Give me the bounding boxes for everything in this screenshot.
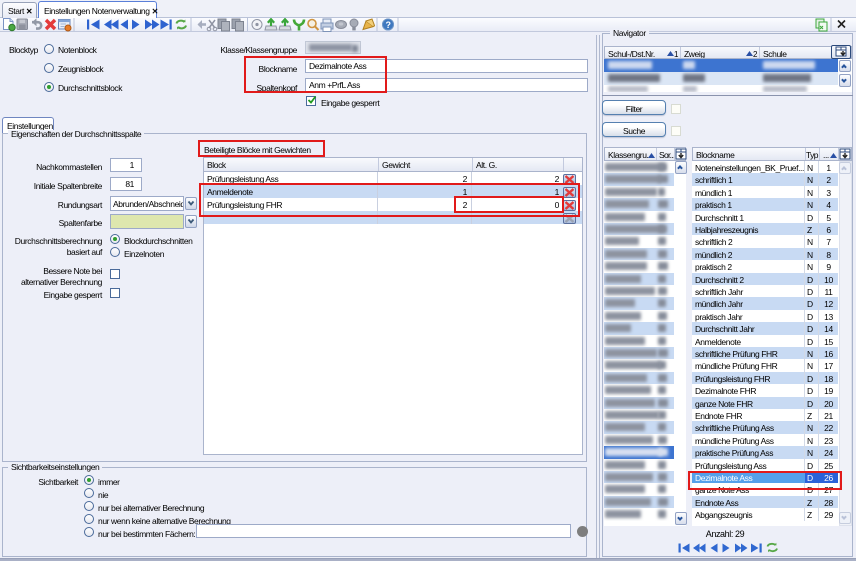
svg-text:?: ? <box>385 20 390 30</box>
